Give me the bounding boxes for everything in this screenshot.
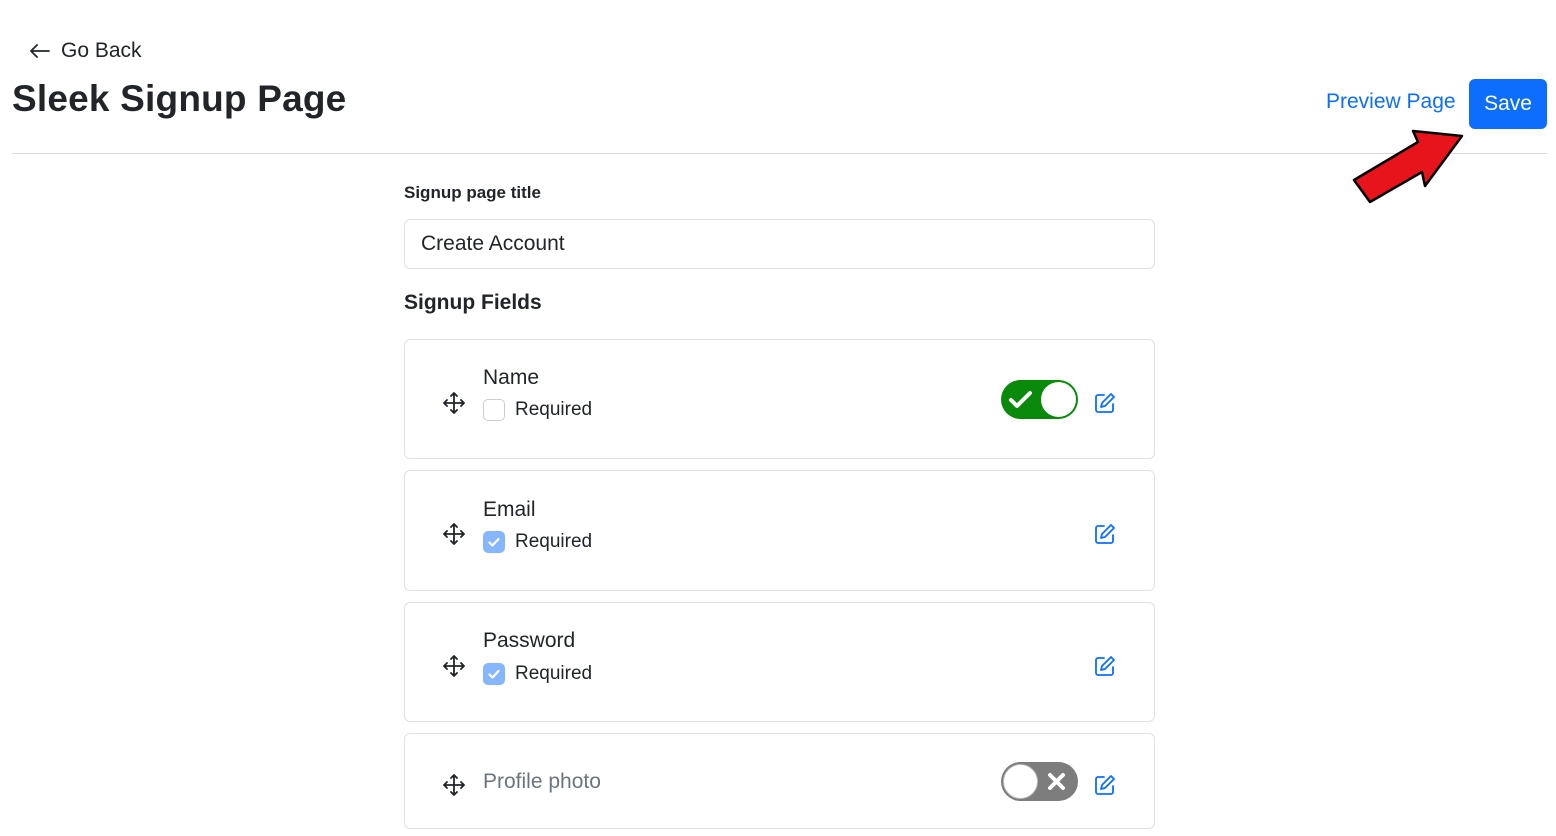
check-icon <box>488 537 500 547</box>
field-enabled-toggle[interactable] <box>1001 380 1078 419</box>
required-checkbox[interactable] <box>483 399 505 421</box>
field-enabled-toggle[interactable] <box>1001 762 1078 801</box>
move-arrows-icon[interactable] <box>443 523 465 545</box>
field-name: Name <box>483 366 540 389</box>
field-name: Password <box>483 629 576 652</box>
signup-field-card-name: Name Required <box>404 339 1155 459</box>
move-arrows-icon[interactable] <box>443 655 465 677</box>
field-name: Email <box>483 498 536 521</box>
signup-fields-heading: Signup Fields <box>404 291 542 314</box>
pencil-square-icon[interactable] <box>1094 655 1116 677</box>
pencil-square-icon[interactable] <box>1094 392 1116 414</box>
page-title: Sleek Signup Page <box>12 78 347 119</box>
go-back-link[interactable]: Go Back <box>30 36 142 66</box>
required-row: Required <box>483 399 592 421</box>
arrow-left-icon <box>30 44 50 58</box>
go-back-label: Go Back <box>61 39 142 62</box>
check-icon <box>1009 391 1032 408</box>
move-arrows-icon[interactable] <box>443 774 465 796</box>
toggle-knob <box>1041 382 1076 417</box>
pencil-square-icon[interactable] <box>1094 523 1116 545</box>
required-row: Required <box>483 663 592 685</box>
header-divider <box>12 153 1547 154</box>
required-label: Required <box>515 531 593 552</box>
signup-field-card-profile-photo: Profile photo <box>404 733 1155 829</box>
signup-field-card-password: Password Required <box>404 602 1155 722</box>
move-arrows-icon[interactable] <box>443 392 465 414</box>
pencil-square-icon[interactable] <box>1094 774 1116 796</box>
signup-field-card-email: Email Required <box>404 470 1155 591</box>
check-icon <box>488 669 500 679</box>
signup-title-label: Signup page title <box>404 183 541 202</box>
required-checkbox[interactable] <box>483 663 505 685</box>
toggle-knob <box>1003 764 1038 799</box>
red-arrow-annotation <box>1352 129 1464 204</box>
required-label: Required <box>515 399 593 420</box>
required-checkbox[interactable] <box>483 531 505 553</box>
field-name: Profile photo <box>483 770 601 793</box>
x-icon <box>1048 773 1065 790</box>
signup-title-input[interactable] <box>404 219 1155 269</box>
required-row: Required <box>483 531 592 553</box>
preview-page-link[interactable]: Preview Page <box>1326 90 1456 114</box>
save-button[interactable]: Save <box>1469 79 1547 129</box>
required-label: Required <box>515 663 593 684</box>
